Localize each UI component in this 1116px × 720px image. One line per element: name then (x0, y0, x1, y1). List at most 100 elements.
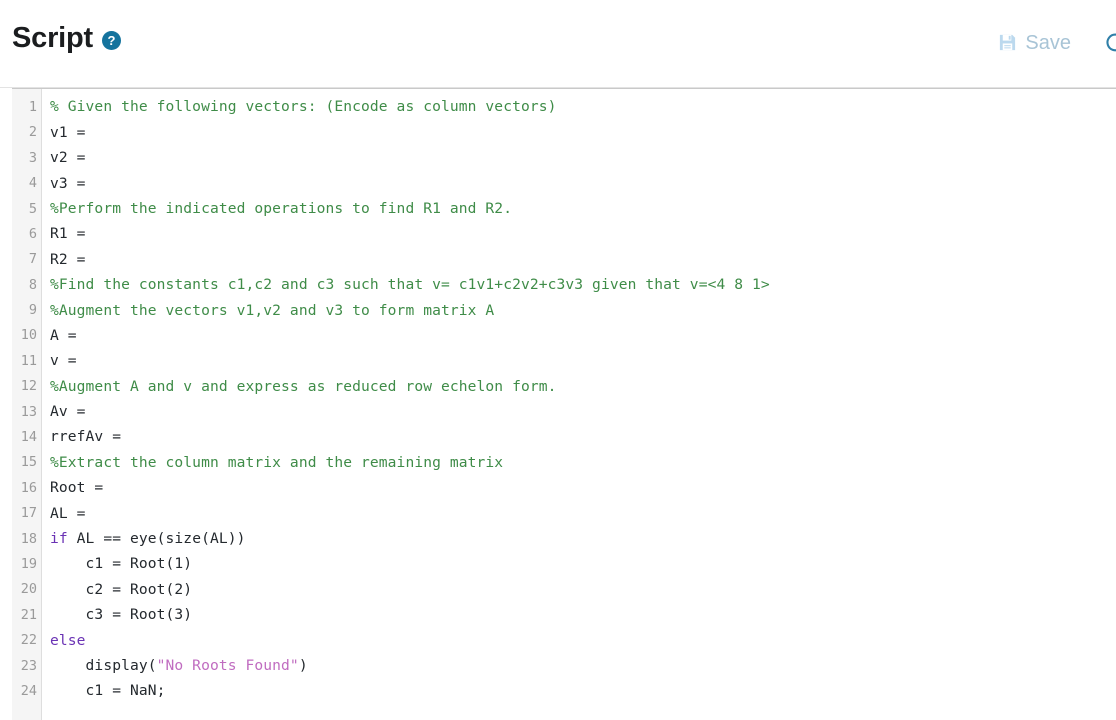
line-number: 17 (20, 505, 37, 522)
code-line[interactable]: 15 %Extract the column matrix and the rem… (12, 450, 1116, 475)
code-lines[interactable]: 1 % Given the following vectors: (Encode … (12, 89, 1116, 704)
code-line-text[interactable]: %Augment A and v and express as reduced … (42, 377, 557, 395)
code-line[interactable]: 22 else (12, 628, 1116, 653)
code-line-text[interactable]: v3 = (42, 174, 86, 192)
save-button[interactable]: Save (998, 33, 1071, 53)
code-line-text[interactable]: %Augment the vectors v1,v2 and v3 to for… (42, 301, 495, 319)
code-token-plain: display( (50, 656, 157, 674)
code-token-plain: AL = (50, 504, 86, 522)
line-number: 1 (28, 98, 37, 115)
code-line[interactable]: 23 display("No Roots Found") (12, 654, 1116, 679)
code-line[interactable]: 20 c2 = Root(2) (12, 577, 1116, 602)
code-token-plain: Root = (50, 479, 104, 497)
code-line-text[interactable]: R2 = (42, 252, 86, 268)
code-line[interactable]: 21 c3 = Root(3) (12, 603, 1116, 628)
code-token-comment: %Augment the vectors v1,v2 and v3 to for… (50, 301, 495, 319)
question-mark-circle-icon[interactable]: ? (102, 30, 121, 50)
code-line-text[interactable]: %Extract the column matrix and the remai… (42, 455, 503, 471)
code-line[interactable]: 13 Av = (12, 400, 1116, 425)
code-token-plain: v = (50, 352, 77, 370)
line-number: 21 (20, 606, 37, 623)
code-line-text[interactable]: c1 = NaN; (42, 684, 166, 699)
code-token-plain: v3 = (50, 174, 86, 192)
line-number: 16 (20, 479, 37, 496)
code-line[interactable]: 8 %Find the constants c1,c2 and c3 such t… (12, 273, 1116, 298)
code-line[interactable]: 14 rrefAv = (12, 425, 1116, 450)
code-token-plain: A = (50, 326, 77, 344)
code-token-plain: R1 = (50, 225, 86, 243)
line-number: 5 (28, 200, 37, 217)
line-number: 8 (28, 276, 37, 293)
line-number: 6 (28, 225, 37, 242)
code-line-text[interactable]: Root = (42, 479, 104, 497)
code-line-text[interactable]: else (42, 633, 86, 649)
code-line-text[interactable]: Av = (42, 403, 86, 421)
code-token-plain: c3 = Root(3) (50, 606, 193, 624)
code-line[interactable]: 3 v2 = (12, 146, 1116, 171)
line-number: 20 (20, 581, 37, 598)
code-line[interactable]: 24 c1 = NaN; (12, 679, 1116, 704)
line-number: 19 (20, 555, 37, 572)
save-button-label: Save (1025, 31, 1071, 54)
code-line-text[interactable]: %Perform the indicated operations to fin… (42, 201, 512, 217)
code-line-text[interactable]: c3 = Root(3) (42, 606, 193, 624)
refresh-circle-icon (1105, 32, 1116, 53)
code-line-text[interactable]: v = (42, 352, 77, 370)
line-number: 12 (20, 378, 37, 395)
code-token-plain: rrefAv = (50, 428, 122, 446)
code-line[interactable]: 4 v3 = (12, 171, 1116, 196)
line-number: 10 (20, 327, 37, 344)
line-number: 13 (20, 403, 37, 420)
line-number: 4 (28, 175, 37, 192)
floppy-disk-icon (998, 33, 1017, 52)
code-line[interactable]: 16 Root = (12, 476, 1116, 501)
code-token-string: "No Roots Found" (156, 656, 299, 674)
line-number: 22 (20, 632, 37, 649)
code-line[interactable]: 5 %Perform the indicated operations to fi… (12, 197, 1116, 222)
line-number: 15 (20, 454, 37, 471)
line-number: 3 (28, 149, 37, 166)
code-line[interactable]: 6 R1 = (12, 222, 1116, 247)
code-line-text[interactable]: % Given the following vectors: (Encode a… (42, 100, 557, 115)
code-line[interactable]: 12 %Augment A and v and express as reduce… (12, 374, 1116, 399)
code-line[interactable]: 2 v1 = (12, 120, 1116, 145)
line-number: 18 (20, 530, 37, 547)
code-line-text[interactable]: c1 = Root(1) (42, 557, 193, 572)
code-line[interactable]: 17 AL = (12, 501, 1116, 526)
code-line-text[interactable]: v2 = (42, 149, 86, 167)
code-line[interactable]: 7 R2 = (12, 247, 1116, 272)
line-number: 11 (20, 352, 37, 369)
line-number: 24 (20, 682, 37, 699)
code-line[interactable]: 18 if AL == eye(size(AL)) (12, 527, 1116, 552)
page-title-group: Script ? (12, 24, 121, 53)
code-token-plain: v2 = (50, 149, 86, 167)
code-token-plain: AL == eye(size(AL)) (67, 530, 246, 548)
line-number: 2 (28, 124, 37, 141)
line-number: 14 (20, 429, 37, 446)
code-line-text[interactable]: A = (42, 326, 77, 344)
code-line-text[interactable]: display("No Roots Found") (42, 656, 308, 674)
refresh-button[interactable] (1105, 32, 1116, 53)
code-token-plain: v1 = (50, 123, 86, 141)
code-token-comment: %Augment A and v and express as reduced … (50, 377, 557, 395)
code-token-comment: %Find the constants c1,c2 and c3 such th… (50, 276, 770, 294)
code-token-comment: % Given the following vectors: (Encode a… (50, 98, 557, 116)
code-editor[interactable]: 1 % Given the following vectors: (Encode … (12, 88, 1116, 720)
code-line[interactable]: 11 v = (12, 349, 1116, 374)
code-line-text[interactable]: %Find the constants c1,c2 and c3 such th… (42, 276, 770, 294)
code-line-text[interactable]: AL = (42, 504, 86, 522)
code-token-plain: c2 = Root(2) (50, 580, 193, 598)
line-number: 23 (20, 657, 37, 674)
code-token-plain: Av = (50, 403, 86, 421)
page-header: Script ? Save (0, 0, 1116, 88)
code-line-text[interactable]: R1 = (42, 227, 86, 242)
code-line-text[interactable]: c2 = Root(2) (42, 580, 193, 598)
header-actions: Save (998, 32, 1116, 53)
code-line-text[interactable]: rrefAv = (42, 430, 121, 445)
code-line[interactable]: 19 c1 = Root(1) (12, 552, 1116, 577)
code-line[interactable]: 10 A = (12, 324, 1116, 349)
code-line[interactable]: 9 %Augment the vectors v1,v2 and v3 to fo… (12, 298, 1116, 323)
code-line-text[interactable]: if AL == eye(size(AL)) (42, 530, 246, 548)
code-line[interactable]: 1 % Given the following vectors: (Encode … (12, 95, 1116, 120)
code-line-text[interactable]: v1 = (42, 123, 86, 141)
